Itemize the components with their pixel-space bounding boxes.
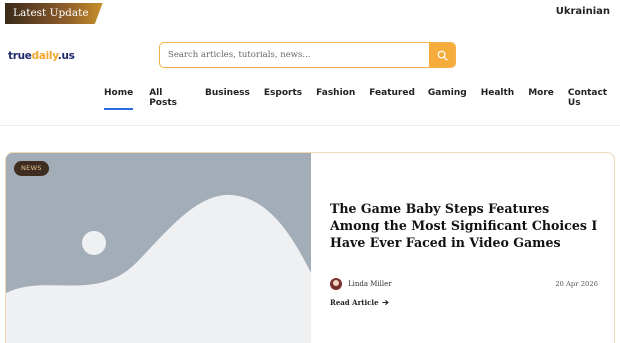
logo-wordmark: truedaily.us	[8, 50, 75, 62]
article-image-placeholder[interactable]: NEWS	[6, 153, 311, 343]
read-article-link[interactable]: Read Article	[330, 298, 389, 307]
logo-part-daily: daily	[31, 50, 58, 62]
featured-article-card[interactable]: NEWS The Game Baby Steps Features Among …	[5, 152, 615, 343]
nav-item-business[interactable]: Business	[205, 88, 250, 110]
main-nav: Home All Posts Business Esports Fashion …	[104, 88, 620, 110]
nav-item-fashion[interactable]: Fashion	[316, 88, 355, 110]
site-logo[interactable]: truedaily.us	[8, 47, 75, 65]
nav-item-home[interactable]: Home	[104, 88, 134, 110]
logo-part-us: .us	[57, 50, 75, 62]
latest-update-badge[interactable]: Latest Update	[5, 3, 103, 24]
author-name[interactable]: Linda Miller	[348, 280, 392, 288]
nav-item-all-posts[interactable]: All Posts	[149, 88, 191, 110]
author-avatar	[330, 278, 342, 290]
nav-item-more[interactable]: More	[528, 88, 554, 110]
image-placeholder-icon	[6, 153, 311, 343]
search-icon	[437, 50, 448, 61]
search-bar	[159, 42, 456, 68]
publish-date: 20 Apr 2026	[555, 280, 598, 288]
article-body: The Game Baby Steps Features Among the M…	[330, 153, 610, 343]
nav-item-featured[interactable]: Featured	[369, 88, 415, 110]
logo-part-true: true	[8, 50, 32, 62]
nav-item-health[interactable]: Health	[481, 88, 515, 110]
search-input[interactable]	[160, 43, 429, 67]
article-meta: Linda Miller 20 Apr 2026	[330, 277, 598, 291]
read-article-label: Read Article	[330, 298, 379, 307]
language-selector[interactable]: Ukrainian	[556, 6, 610, 17]
article-title[interactable]: The Game Baby Steps Features Among the M…	[330, 200, 600, 251]
nav-item-esports[interactable]: Esports	[264, 88, 302, 110]
nav-item-contact-us[interactable]: Contact Us	[568, 88, 620, 110]
header-divider	[0, 125, 620, 126]
news-badge[interactable]: NEWS	[14, 161, 49, 176]
arrow-right-icon	[381, 299, 389, 306]
search-button[interactable]	[429, 43, 455, 67]
top-bar: Latest Update Ukrainian	[0, 0, 620, 27]
nav-item-gaming[interactable]: Gaming	[428, 88, 467, 110]
